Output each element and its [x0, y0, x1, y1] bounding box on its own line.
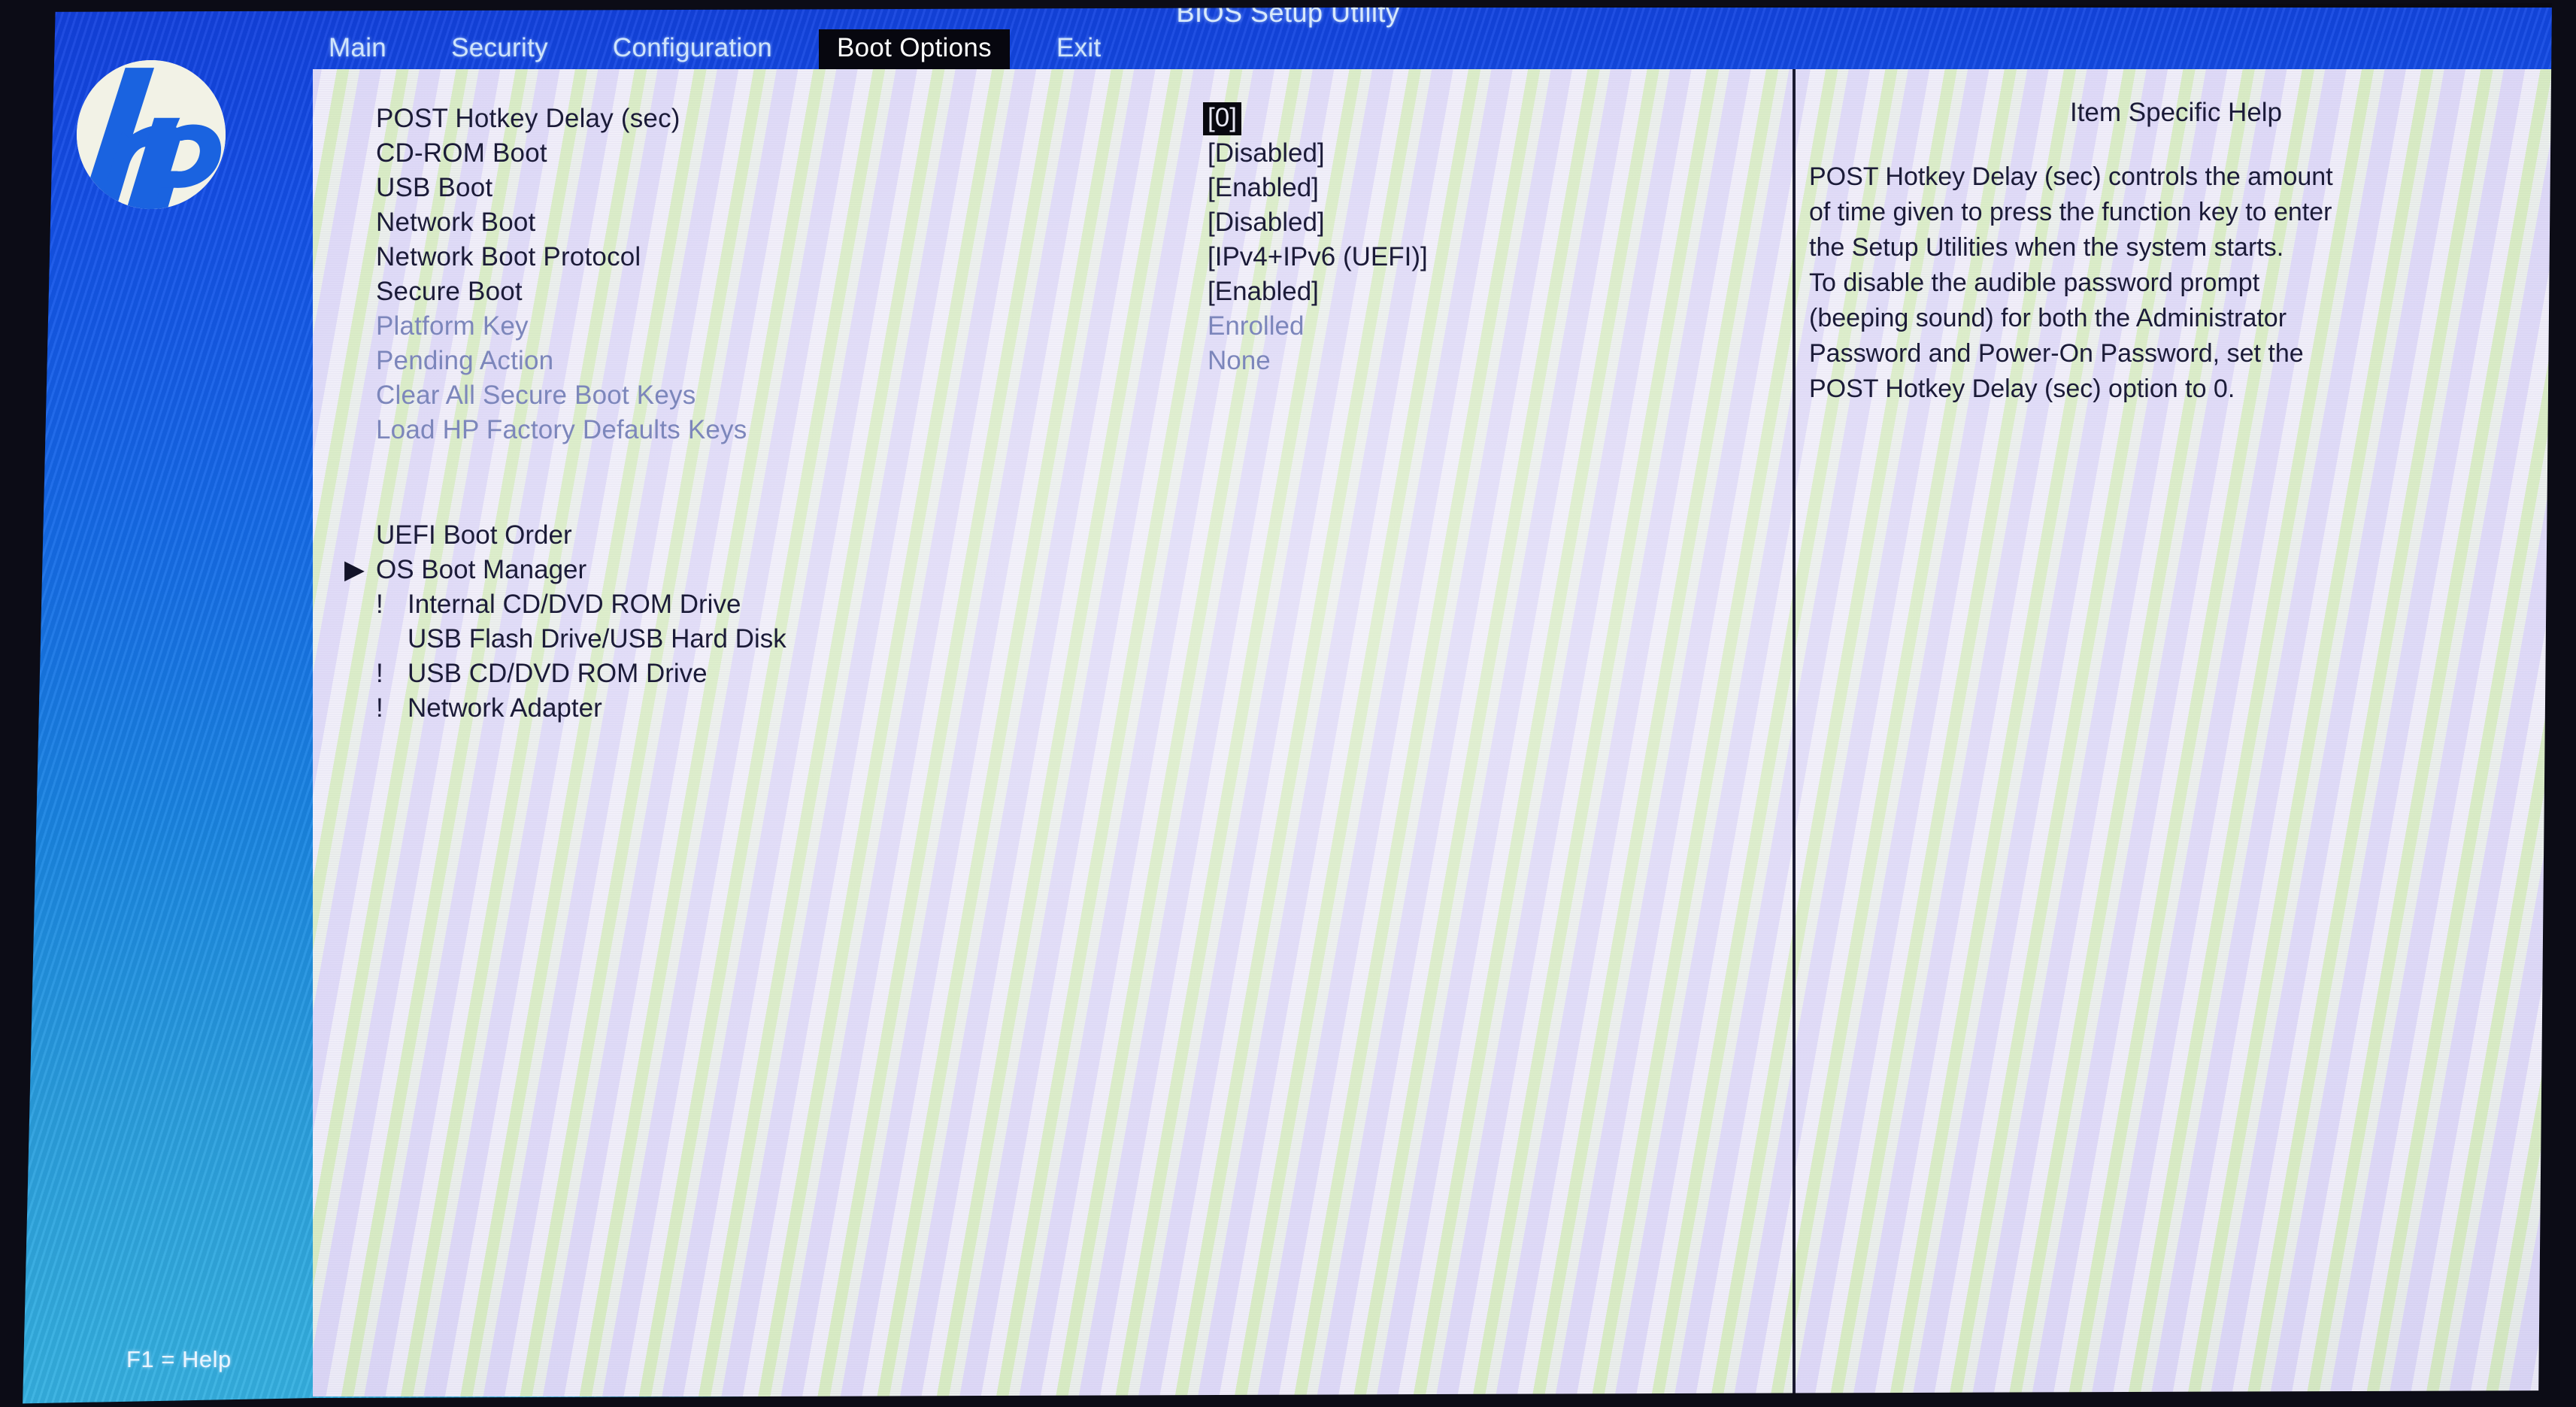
panel-divider [1793, 69, 1796, 1396]
boot-order-item-label: Internal CD/DVD ROM Drive [408, 590, 741, 619]
help-line: POST Hotkey Delay (sec) option to 0. [1809, 374, 2235, 403]
setting-label: Network Boot [376, 208, 536, 237]
setting-label: POST Hotkey Delay (sec) [376, 104, 680, 133]
help-line: To disable the audible password prompt [1809, 268, 2260, 297]
boot-order-item-usb-cd-dvd[interactable]: ! USB CD/DVD ROM Drive [376, 659, 708, 689]
help-line: Password and Power-On Password, set the [1809, 339, 2304, 368]
help-pane-title: Item Specific Help [2069, 98, 2283, 127]
setting-label: Clear All Secure Boot Keys [376, 381, 696, 410]
tab-exit[interactable]: Exit [1040, 31, 1118, 68]
item-specific-help-pane: Item Specific Help POST Hotkey Delay (se… [1799, 69, 2553, 1396]
help-line: (beeping sound) for both the Administrat… [1809, 304, 2287, 332]
hp-logo-icon [75, 59, 227, 211]
tab-security[interactable]: Security [435, 31, 565, 68]
warning-marker-icon: ! [376, 693, 383, 723]
boot-order-heading: UEFI Boot Order [376, 520, 572, 550]
setting-label: Secure Boot [376, 277, 523, 306]
help-pane-body: POST Hotkey Delay (sec) controls the amo… [1809, 159, 2553, 407]
boot-order-item-label: USB Flash Drive/USB Hard Disk [408, 624, 786, 653]
bios-setup-screen: BIOS Setup Utility Main Security Configu… [0, 0, 2576, 1407]
tab-boot-options[interactable]: Boot Options [820, 30, 1008, 68]
boot-order-item-os-boot-manager[interactable]: ▶ OS Boot Manager [344, 555, 587, 585]
boot-order-item-network-adapter[interactable]: ! Network Adapter [376, 693, 602, 723]
setting-value[interactable]: [IPv4+IPv6 (UEFI)] [1208, 242, 1428, 272]
menu-bar: Main Security Configuration Boot Options… [312, 30, 1150, 68]
content-panel: POST Hotkey Delay (sec) [0] CD-ROM Boot … [313, 69, 2553, 1396]
warning-marker-icon: ! [376, 590, 383, 619]
help-line: of time given to press the function key … [1809, 198, 2332, 226]
boot-order-item-label: OS Boot Manager [376, 555, 587, 584]
setting-label: Load HP Factory Defaults Keys [376, 415, 747, 444]
selection-arrow-icon: ▶ [344, 555, 365, 584]
boot-order-item-label: Network Adapter [408, 693, 602, 723]
setting-value[interactable]: [0] [1203, 102, 1241, 135]
settings-list: POST Hotkey Delay (sec) [0] CD-ROM Boot … [313, 69, 1793, 1396]
setting-label: Pending Action [376, 346, 554, 375]
tab-configuration[interactable]: Configuration [596, 31, 789, 68]
boot-order-item-internal-cd-dvd[interactable]: ! Internal CD/DVD ROM Drive [376, 590, 741, 620]
setting-label: CD-ROM Boot [376, 138, 547, 168]
setting-label: USB Boot [376, 173, 493, 202]
boot-order-item-label: USB CD/DVD ROM Drive [408, 659, 708, 688]
setting-value: Enrolled [1208, 311, 1305, 341]
setting-value[interactable]: [Enabled] [1208, 277, 1319, 307]
setting-label: Platform Key [376, 311, 529, 341]
setting-value[interactable]: [Disabled] [1208, 138, 1325, 168]
setting-label: Network Boot Protocol [376, 242, 641, 271]
setting-value[interactable]: [Disabled] [1208, 208, 1325, 238]
footer-help-hint: F1 = Help [126, 1346, 232, 1372]
tab-main[interactable]: Main [312, 31, 403, 68]
setting-value[interactable]: [Enabled] [1208, 173, 1319, 203]
warning-marker-icon: ! [376, 659, 383, 688]
help-line: the Setup Utilities when the system star… [1809, 233, 2284, 262]
boot-order-item-usb-flash-drive[interactable]: USB Flash Drive/USB Hard Disk [376, 624, 786, 654]
setting-value: None [1208, 346, 1271, 375]
help-line: POST Hotkey Delay (sec) controls the amo… [1809, 162, 2333, 191]
